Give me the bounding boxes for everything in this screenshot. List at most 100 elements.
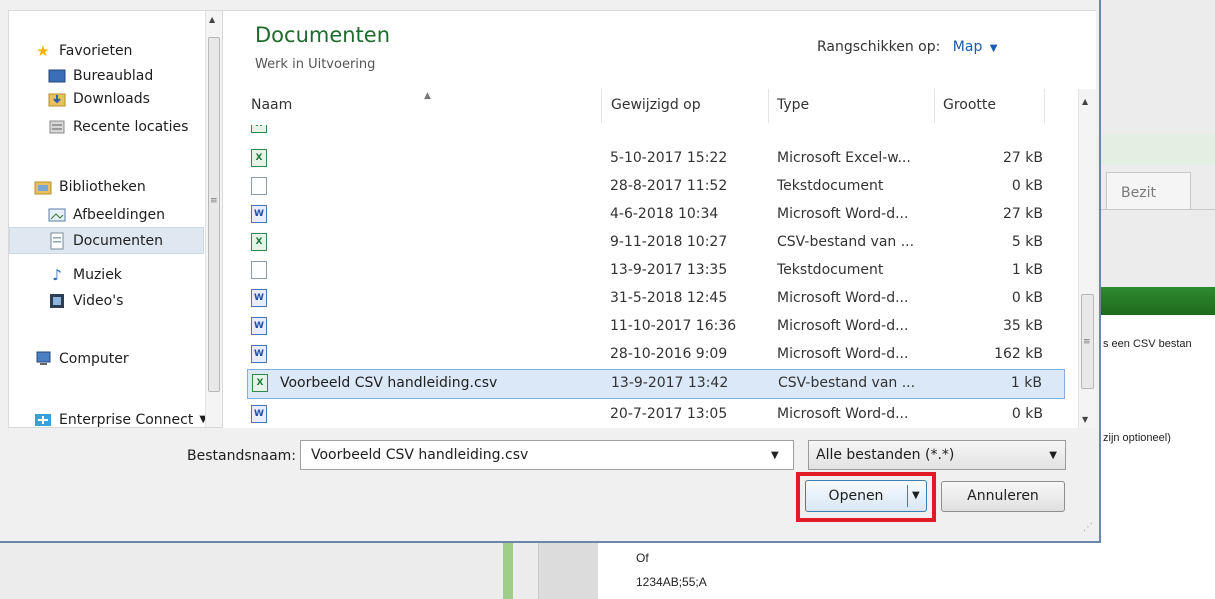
file-size: 5 kB (1011, 234, 1043, 250)
file-type: Microsoft Word-d... (777, 406, 909, 422)
tab-divider (1100, 209, 1215, 210)
scroll-down-icon[interactable]: ▼ (1082, 415, 1088, 424)
column-header-size[interactable]: Grootte (943, 97, 996, 113)
table-row[interactable]: W 4-6-2018 10:34 Microsoft Word-d... 27 … (247, 201, 1065, 229)
nav-label: Muziek (73, 266, 122, 283)
table-row-partial[interactable]: X (247, 125, 1065, 143)
pictures-icon (47, 206, 67, 224)
excel-file-icon: X (251, 149, 267, 167)
tab-bezit[interactable]: Bezit (1106, 172, 1191, 210)
nav-downloads[interactable]: Downloads (47, 85, 222, 112)
file-type: CSV-bestand van ... (778, 375, 916, 391)
column-divider[interactable] (934, 89, 935, 123)
music-icon: ♪ (52, 265, 62, 284)
example-content (598, 543, 1215, 599)
library-title: Documenten (255, 23, 391, 47)
nav-label: Computer (59, 350, 129, 367)
nav-label: Afbeeldingen (73, 206, 166, 223)
column-header-type[interactable]: Type (777, 97, 809, 113)
table-row[interactable]: W 20-7-2017 13:05 Microsoft Word-d... 0 … (247, 401, 1065, 428)
star-icon: ★ (36, 41, 50, 60)
file-size: 27 kB (1003, 150, 1043, 166)
chevron-down-icon[interactable]: ▼ (771, 450, 779, 461)
file-type: Tekstdocument (777, 178, 884, 194)
nav-computer[interactable]: Computer (33, 345, 222, 372)
column-divider[interactable] (601, 89, 602, 123)
table-row[interactable]: 13-9-2017 13:35 Tekstdocument 1 kB (247, 257, 1065, 285)
nav-enterprise-connect[interactable]: Enterprise Connect ▼ (33, 406, 222, 428)
nav-label: Bureaublad (73, 67, 154, 84)
scroll-up-icon[interactable]: ▲ (1082, 97, 1088, 106)
file-modified: 9-11-2018 10:27 (610, 234, 728, 250)
video-icon (47, 292, 67, 310)
example-csv-line: 1234AB;55;A (636, 575, 707, 589)
file-modified: 20-7-2017 13:05 (610, 406, 728, 422)
nav-documenten[interactable]: Documenten (9, 227, 204, 254)
filename-label: Bestandsnaam: (187, 448, 297, 464)
file-type: Microsoft Excel-w... (777, 150, 911, 166)
file-modified: 11-10-2017 16:36 (610, 318, 737, 334)
column-divider[interactable] (768, 89, 769, 123)
section-header-bar (1100, 287, 1215, 315)
column-header-name[interactable]: Naam (251, 97, 292, 113)
documents-icon (47, 232, 67, 250)
nav-label: Favorieten (59, 42, 133, 59)
excel-file-icon: X (251, 125, 267, 133)
chevron-down-icon: ▼ (1049, 450, 1057, 461)
table-row[interactable]: W 31-5-2018 12:45 Microsoft Word-d... 0 … (247, 285, 1065, 313)
scroll-grip-icon: ≡ (210, 196, 218, 206)
word-file-icon: W (251, 405, 267, 423)
file-type: Microsoft Word-d... (777, 290, 909, 306)
file-modified: 31-5-2018 12:45 (610, 290, 728, 306)
file-type: Microsoft Word-d... (777, 206, 909, 222)
chevron-down-icon[interactable]: ▼ (912, 490, 920, 501)
page-header-band (1100, 135, 1215, 165)
chevron-down-icon[interactable]: ▼ (990, 43, 998, 54)
file-size: 0 kB (1011, 406, 1043, 422)
scrollbar-thumb[interactable] (208, 37, 220, 392)
nav-afbeeldingen[interactable]: Afbeeldingen (47, 201, 222, 228)
word-file-icon: W (251, 317, 267, 335)
nav-label: Recente locaties (73, 118, 189, 135)
navigation-pane: ★ Favorieten Bureaublad Downloads Recent… (8, 10, 223, 428)
file-type: Microsoft Word-d... (777, 318, 909, 334)
nav-label: Bibliotheken (59, 178, 146, 195)
nav-bibliotheken[interactable]: Bibliotheken (33, 173, 222, 200)
scroll-up-icon[interactable]: ▲ (209, 15, 215, 24)
filename-input[interactable]: Voorbeeld CSV handleiding.csv (300, 440, 794, 470)
file-list-scrollbar[interactable]: ▲ ≡ ▼ (1078, 89, 1096, 428)
table-row[interactable]: 28-8-2017 11:52 Tekstdocument 0 kB (247, 173, 1065, 201)
file-size: 0 kB (1011, 290, 1043, 306)
column-header-row: ▲ Naam Gewijzigd op Type Grootte (223, 89, 1078, 125)
file-type: Tekstdocument (777, 262, 884, 278)
nav-favorieten[interactable]: ★ Favorieten (33, 37, 222, 64)
table-row[interactable]: X 9-11-2018 10:27 CSV-bestand van ... 5 … (247, 229, 1065, 257)
column-header-modified[interactable]: Gewijzigd op (611, 97, 701, 113)
table-row[interactable]: W 28-10-2016 9:09 Microsoft Word-d... 16… (247, 341, 1065, 369)
nav-label: Downloads (73, 90, 150, 107)
cancel-button[interactable]: Annuleren (941, 481, 1065, 512)
column-divider[interactable] (1044, 89, 1045, 123)
table-row-selected[interactable]: X Voorbeeld CSV handleiding.csv 13-9-201… (247, 369, 1065, 399)
text-file-icon (251, 177, 267, 195)
open-button[interactable]: Openen ▼ (805, 480, 927, 512)
nav-label: Video's (73, 292, 124, 309)
arrange-by-value[interactable]: Map (953, 39, 983, 55)
resize-grip-icon[interactable]: ⋰ (1083, 522, 1093, 533)
table-row[interactable]: W 11-10-2017 16:36 Microsoft Word-d... 3… (247, 313, 1065, 341)
network-icon (33, 411, 53, 428)
sort-ascending-icon: ▲ (424, 91, 431, 101)
nav-recente-locaties[interactable]: Recente locaties (47, 113, 222, 140)
file-type: Microsoft Word-d... (777, 346, 909, 362)
table-row[interactable]: X 5-10-2017 15:22 Microsoft Excel-w... 2… (247, 145, 1065, 173)
arrange-by-label: Rangschikken op: (817, 39, 941, 55)
scroll-grip-icon: ≡ (1083, 337, 1091, 347)
nav-label: Enterprise Connect (59, 411, 194, 428)
nav-videos[interactable]: Video's (47, 287, 222, 314)
navigation-scrollbar[interactable]: ▲ ≡ (205, 11, 222, 427)
file-size: 35 kB (1003, 318, 1043, 334)
optional-note-text: zijn optioneel) (1103, 432, 1171, 444)
nav-muziek[interactable]: ♪ Muziek (47, 261, 222, 288)
arrange-by-control[interactable]: Rangschikken op: Map ▼ (817, 39, 998, 55)
file-type-filter[interactable]: Alle bestanden (*.*) ▼ (808, 440, 1066, 470)
